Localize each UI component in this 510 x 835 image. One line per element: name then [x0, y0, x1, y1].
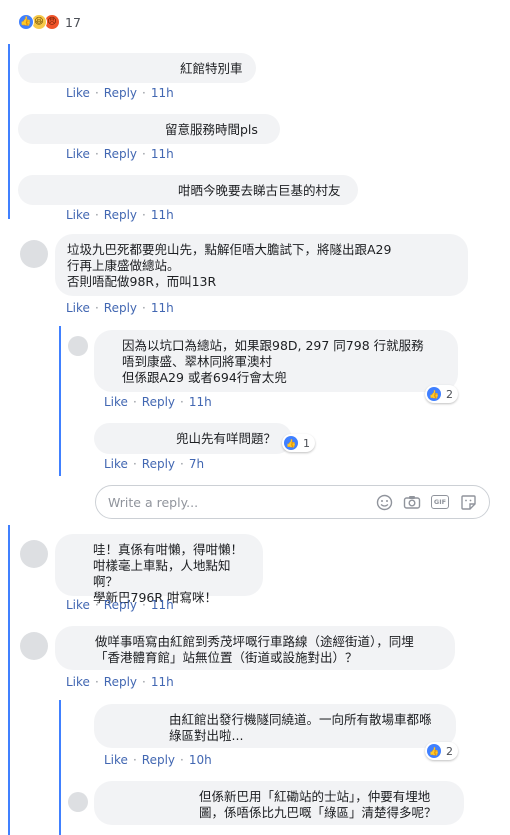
comment-text: 紅館特別車 [180, 61, 243, 76]
like-link[interactable]: Like [104, 395, 128, 409]
like-link[interactable]: Like [66, 86, 90, 100]
post-reactions-summary[interactable]: 👍 😆 😠 17 [18, 13, 81, 31]
comment-text: 垃圾九巴死都要兜山先，點解佢唔大膽試下，將隧出跟A29 行再上康盛做總站。 否則… [67, 242, 392, 289]
thread-line [8, 525, 10, 835]
comment-text: 哇！真係有咁懶，得咁懶！ 咁樣毫上車點，人地點知啊？ 學新巴796R 咁寫咪！ [93, 542, 244, 605]
reply-link[interactable]: Reply [142, 395, 175, 409]
like-icon: 👍 [427, 744, 441, 758]
reaction-pill[interactable]: 👍 2 [425, 385, 458, 403]
comment-meta: Like · Reply · 11h [104, 395, 212, 409]
comment-meta: Like · Reply · 10h [104, 753, 212, 767]
avatar[interactable] [20, 632, 48, 660]
sticker-icon[interactable] [459, 493, 477, 511]
like-icon: 👍 [18, 14, 34, 30]
reaction-count: 17 [65, 14, 81, 30]
comment-meta: Like · Reply · 11h [66, 147, 174, 161]
like-link[interactable]: Like [66, 598, 90, 612]
reaction-count: 1 [303, 436, 310, 450]
comment-time[interactable]: 11h [151, 208, 174, 222]
like-link[interactable]: Like [66, 675, 90, 689]
reply-thread-line [59, 326, 61, 476]
like-link[interactable]: Like [104, 457, 128, 471]
reply-thread-line [59, 700, 61, 835]
reply-link[interactable]: Reply [104, 598, 137, 612]
comment-time[interactable]: 11h [151, 675, 174, 689]
thread-line [8, 44, 10, 219]
reaction-pill[interactable]: 👍 2 [425, 742, 458, 760]
comment-text: 留意服務時間pls [165, 122, 258, 137]
reply-link[interactable]: Reply [104, 208, 137, 222]
like-icon: 👍 [427, 387, 441, 401]
comment-bubble: 垃圾九巴死都要兜山先，點解佢唔大膽試下，將隧出跟A29 行再上康盛做總站。 否則… [55, 234, 468, 296]
comment-bubble: 哇！真係有咁懶，得咁懶！ 咁樣毫上車點，人地點知啊？ 學新巴796R 咁寫咪！ [55, 534, 263, 605]
like-link[interactable]: Like [66, 301, 90, 315]
reply-bubble: 兜山先有咩問題？ [94, 423, 292, 454]
comment-text: 咁晒今晚要去睇古巨基的村友 [178, 183, 341, 198]
avatar[interactable] [68, 792, 88, 812]
reply-bubble: 但係新巴用「紅磡站的士站」，仲要有埋地 圖，係唔係比九巴嘅「綠區」清楚得多呢？ [94, 781, 464, 825]
avatar[interactable] [20, 240, 48, 268]
reaction-pill[interactable]: 👍 1 [282, 434, 315, 452]
comment-time[interactable]: 7h [189, 457, 204, 471]
reply-link[interactable]: Reply [142, 457, 175, 471]
avatar[interactable] [20, 540, 48, 568]
comment-time[interactable]: 11h [151, 598, 174, 612]
comment-meta: Like · Reply · 11h [66, 301, 174, 315]
like-link[interactable]: Like [66, 147, 90, 161]
reply-link[interactable]: Reply [104, 675, 137, 689]
comment-text: 因為以坑口為總站，如果跟98D, 297 同798 行就服務 唔到康盛、翠林同將… [122, 338, 424, 385]
reply-input-box[interactable]: GIF [95, 485, 490, 519]
comment-text: 但係新巴用「紅磡站的士站」，仲要有埋地 圖，係唔係比九巴嘅「綠區」清楚得多呢？ [199, 789, 437, 820]
comment-meta: Like · Reply · 11h [66, 208, 174, 222]
camera-icon[interactable] [403, 493, 421, 511]
comment-bubble: 留意服務時間pls [18, 114, 280, 144]
reply-link[interactable]: Reply [104, 86, 137, 100]
like-icon: 👍 [284, 436, 298, 450]
reply-link[interactable]: Reply [142, 753, 175, 767]
comment-bubble: 紅館特別車 [18, 53, 256, 83]
comment-time[interactable]: 11h [151, 301, 174, 315]
comment-time[interactable]: 11h [189, 395, 212, 409]
like-link[interactable]: Like [104, 753, 128, 767]
comment-time[interactable]: 11h [151, 86, 174, 100]
avatar[interactable] [68, 336, 88, 356]
comment-text: 做咩事唔寫由紅館到秀茂坪嘅行車路線（途經街道），同埋 「香港體育館」站無位置（街… [95, 634, 414, 665]
gif-icon[interactable]: GIF [431, 495, 449, 509]
reply-bubble: 因為以坑口為總站，如果跟98D, 297 同798 行就服務 唔到康盛、翠林同將… [94, 330, 458, 392]
reply-bubble: 由紅館出發行機隧同繞道。一向所有散場車都喺 綠區對出啦... [94, 704, 456, 748]
comment-time[interactable]: 11h [151, 147, 174, 161]
comment-meta: Like · Reply · 11h [66, 86, 174, 100]
reply-link[interactable]: Reply [104, 147, 137, 161]
reply-link[interactable]: Reply [104, 301, 137, 315]
comment-bubble: 做咩事唔寫由紅館到秀茂坪嘅行車路線（途經街道），同埋 「香港體育館」站無位置（街… [55, 626, 455, 670]
comment-text: 由紅館出發行機隧同繞道。一向所有散場車都喺 綠區對出啦... [169, 712, 432, 743]
reaction-count: 2 [446, 744, 453, 758]
comment-time[interactable]: 10h [189, 753, 212, 767]
reaction-count: 2 [446, 387, 453, 401]
reply-input[interactable] [108, 494, 375, 510]
comment-text: 兜山先有咩問題？ [176, 431, 277, 446]
like-link[interactable]: Like [66, 208, 90, 222]
comment-meta: Like · Reply · 11h [66, 675, 174, 689]
emoji-icon[interactable] [375, 493, 393, 511]
comment-meta: Like · Reply · 7h [104, 457, 205, 471]
comment-meta: Like · Reply · 11h [66, 598, 174, 612]
comment-bubble: 咁晒今晚要去睇古巨基的村友 [18, 175, 358, 205]
